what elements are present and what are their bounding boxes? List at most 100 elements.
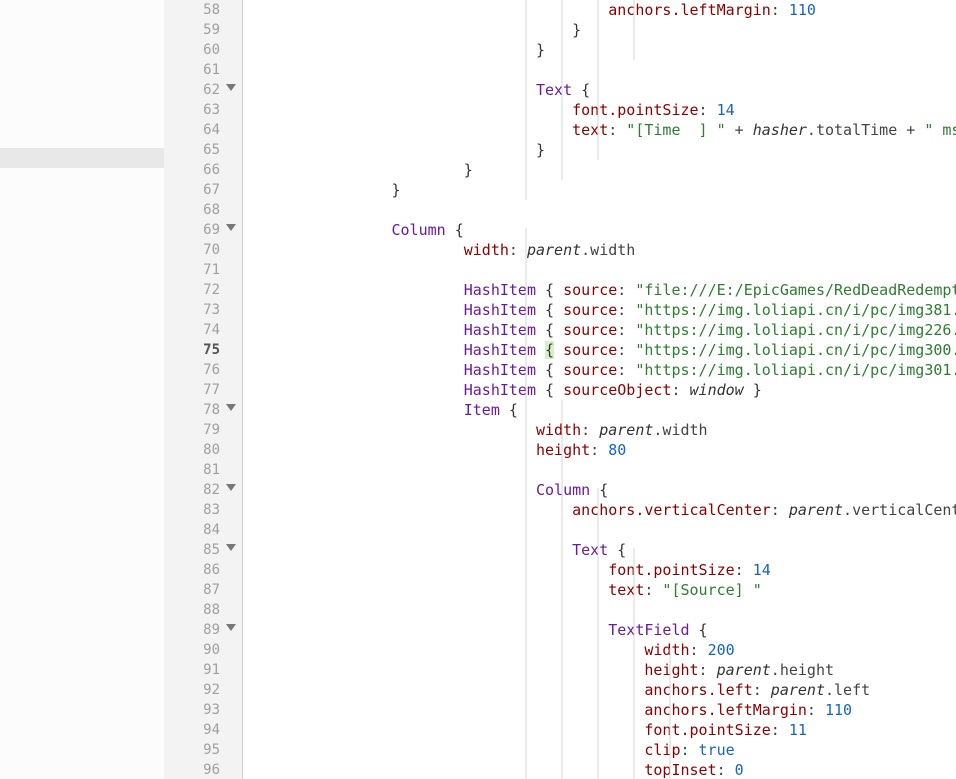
code-line[interactable]: anchors.leftMargin: 110 — [247, 0, 956, 20]
code-line[interactable]: } — [247, 160, 956, 180]
code-line[interactable]: height: 80 — [247, 440, 956, 460]
code-line[interactable] — [247, 520, 956, 540]
line-number[interactable]: 95 — [164, 740, 242, 760]
code-line[interactable]: Text { — [247, 540, 956, 560]
code-line[interactable]: font.pointSize: 14 — [247, 560, 956, 580]
code-line[interactable]: clip: true — [247, 740, 956, 760]
code-line[interactable]: text: "[Source] " — [247, 580, 956, 600]
line-number[interactable]: 81 — [164, 460, 242, 480]
code-line[interactable]: anchors.leftMargin: 110 — [247, 700, 956, 720]
code-line[interactable]: } — [247, 180, 956, 200]
line-number[interactable]: 79 — [164, 420, 242, 440]
line-number[interactable]: 67 — [164, 180, 242, 200]
fold-icon[interactable] — [226, 484, 236, 491]
line-number[interactable]: 96 — [164, 760, 242, 779]
line-number[interactable]: 89 — [164, 620, 242, 640]
code-line[interactable]: font.pointSize: 14 — [247, 100, 956, 120]
fold-icon[interactable] — [226, 404, 236, 411]
line-number[interactable]: 80 — [164, 440, 242, 460]
code-line[interactable]: HashItem { source: "https://img.loliapi.… — [247, 360, 956, 380]
line-number[interactable]: 64 — [164, 120, 242, 140]
line-number[interactable]: 58 — [164, 0, 242, 20]
code-line[interactable]: height: parent.height — [247, 660, 956, 680]
code-line[interactable]: HashItem { sourceObject: window } — [247, 380, 956, 400]
line-number[interactable]: 88 — [164, 600, 242, 620]
token-p: { — [500, 401, 518, 419]
code-line[interactable]: width: parent.width — [247, 420, 956, 440]
line-number[interactable]: 83 — [164, 500, 242, 520]
code-line[interactable]: } — [247, 140, 956, 160]
token-prop: source — [563, 281, 617, 299]
fold-icon[interactable] — [226, 624, 236, 631]
line-number[interactable]: 71 — [164, 260, 242, 280]
line-number[interactable]: 82 — [164, 480, 242, 500]
code-line[interactable]: HashItem { source: "https://img.loliapi.… — [247, 300, 956, 320]
code-area[interactable]: anchors.leftMargin: 110 } } Text { font.… — [243, 0, 956, 779]
line-number[interactable]: 61 — [164, 60, 242, 80]
code-line[interactable]: font.pointSize: 11 — [247, 720, 956, 740]
line-number[interactable]: 60 — [164, 40, 242, 60]
token-prop: anchors.leftMargin — [644, 701, 807, 719]
line-number[interactable]: 78 — [164, 400, 242, 420]
code-line[interactable]: topInset: 0 — [247, 760, 956, 779]
line-number[interactable]: 91 — [164, 660, 242, 680]
token-num: 14 — [753, 561, 771, 579]
line-number[interactable]: 68 — [164, 200, 242, 220]
code-editor[interactable]: 5859606162636465666768697071727374757677… — [0, 0, 956, 779]
line-number[interactable]: 77 — [164, 380, 242, 400]
line-number-gutter[interactable]: 5859606162636465666768697071727374757677… — [164, 0, 243, 779]
code-line[interactable]: Text { — [247, 80, 956, 100]
fold-icon[interactable] — [226, 224, 236, 231]
line-number[interactable]: 62 — [164, 80, 242, 100]
line-number[interactable]: 90 — [164, 640, 242, 660]
code-line[interactable]: Column { — [247, 480, 956, 500]
token-p — [247, 561, 608, 579]
line-number[interactable]: 84 — [164, 520, 242, 540]
line-number[interactable]: 66 — [164, 160, 242, 180]
line-number[interactable]: 75 — [164, 340, 242, 360]
code-line[interactable]: width: parent.width — [247, 240, 956, 260]
code-line[interactable]: width: 200 — [247, 640, 956, 660]
token-p — [536, 341, 545, 359]
code-line[interactable]: text: "[Time ] " + hasher.totalTime + " … — [247, 120, 956, 140]
code-line[interactable]: } — [247, 40, 956, 60]
line-number[interactable]: 65 — [164, 140, 242, 160]
fold-icon[interactable] — [226, 544, 236, 551]
code-line[interactable]: TextField { — [247, 620, 956, 640]
code-line[interactable]: } — [247, 20, 956, 40]
code-line[interactable] — [247, 460, 956, 480]
line-number[interactable]: 85 — [164, 540, 242, 560]
code-line[interactable] — [247, 200, 956, 220]
line-number[interactable]: 93 — [164, 700, 242, 720]
code-line[interactable] — [247, 600, 956, 620]
token-str: " ms" — [924, 121, 956, 139]
code-line[interactable]: HashItem { source: "https://img.loliapi.… — [247, 320, 956, 340]
line-number[interactable]: 72 — [164, 280, 242, 300]
code-line[interactable] — [247, 60, 956, 80]
line-number[interactable]: 86 — [164, 560, 242, 580]
line-number[interactable]: 74 — [164, 320, 242, 340]
code-line[interactable]: anchors.verticalCenter: parent.verticalC… — [247, 500, 956, 520]
line-number[interactable]: 73 — [164, 300, 242, 320]
line-number[interactable]: 87 — [164, 580, 242, 600]
token-dot: .width — [653, 421, 707, 439]
code-line[interactable] — [247, 260, 956, 280]
line-number[interactable]: 94 — [164, 720, 242, 740]
token-str: "https://img.loliapi.cn/i/pc/img226.webp… — [635, 321, 956, 339]
code-line[interactable]: anchors.left: parent.left — [247, 680, 956, 700]
line-number[interactable]: 63 — [164, 100, 242, 120]
line-number[interactable]: 59 — [164, 20, 242, 40]
fold-icon[interactable] — [226, 84, 236, 91]
token-op: : — [753, 681, 771, 699]
code-line[interactable]: HashItem { source: "file:///E:/EpicGames… — [247, 280, 956, 300]
line-number[interactable]: 76 — [164, 360, 242, 380]
token-p — [247, 221, 392, 239]
code-line[interactable]: HashItem { source: "https://img.loliapi.… — [247, 340, 956, 360]
line-number[interactable]: 70 — [164, 240, 242, 260]
token-op: : — [617, 321, 635, 339]
line-number[interactable]: 69 — [164, 220, 242, 240]
code-line[interactable]: Column { — [247, 220, 956, 240]
line-number[interactable]: 92 — [164, 680, 242, 700]
code-line[interactable]: Item { — [247, 400, 956, 420]
token-dot: .verticalCenter — [843, 501, 956, 519]
